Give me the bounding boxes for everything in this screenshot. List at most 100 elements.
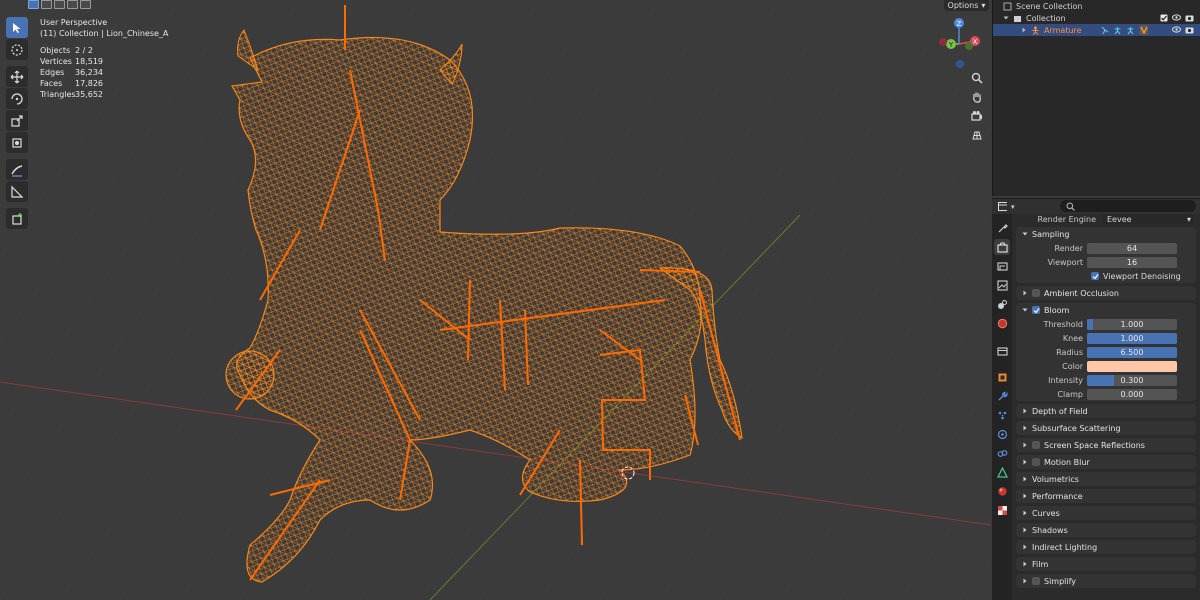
panel-title: Performance	[1032, 491, 1083, 501]
material-icon[interactable]	[994, 483, 1010, 499]
pose-icon	[1100, 26, 1109, 35]
panel-header[interactable]: Screen Space Reflections	[1016, 438, 1196, 452]
chevron-right-icon	[1022, 510, 1028, 516]
editor-type-icon[interactable]	[998, 202, 1007, 211]
eye-visibility-icon[interactable]	[1172, 13, 1181, 22]
panel-title: Depth of Field	[1032, 406, 1088, 416]
texture-icon[interactable]	[994, 502, 1010, 518]
stat-row: Vertices 18,519	[40, 57, 103, 66]
camera-render-icon[interactable]	[1185, 25, 1194, 34]
camera-render-icon[interactable]	[1185, 13, 1194, 22]
annotate-icon[interactable]	[6, 159, 28, 180]
modifier-wrench-icon[interactable]	[994, 388, 1010, 404]
select-extend-icon[interactable]	[41, 0, 52, 9]
bloom-color-swatch[interactable]	[1087, 360, 1177, 372]
ambient-occlusion-checkbox[interactable]	[1032, 289, 1040, 297]
panel-title: Film	[1032, 559, 1049, 569]
panel-title: Screen Space Reflections	[1044, 440, 1145, 450]
bloom-knee-field[interactable]: 1.000	[1087, 332, 1177, 344]
bloom-checkbox[interactable]	[1032, 306, 1040, 314]
rotate-icon[interactable]	[6, 88, 28, 109]
panel-header[interactable]: Performance	[1016, 489, 1196, 503]
3d-viewport[interactable]: User Perspective (11) Collection | Lion_…	[0, 0, 991, 600]
panel-header[interactable]: Subsurface Scattering	[1016, 421, 1196, 435]
panel-title: Simplify	[1044, 576, 1077, 586]
scene-properties-icon[interactable]	[994, 296, 1010, 312]
add-cube-icon[interactable]	[6, 208, 28, 229]
outliner-collection-row[interactable]: Collection	[993, 12, 1200, 24]
select-intersect-icon[interactable]	[80, 0, 91, 9]
view-layer-icon[interactable]	[994, 277, 1010, 293]
eye-visibility-icon[interactable]	[1172, 25, 1181, 34]
bloom-threshold-field[interactable]: 1.000	[1087, 318, 1177, 330]
zoom-icon[interactable]	[968, 69, 986, 87]
properties-search-input[interactable]	[1060, 200, 1196, 212]
collapsed-panel: Performance	[1016, 489, 1196, 503]
output-properties-icon[interactable]	[994, 258, 1010, 274]
panel-header[interactable]: Depth of Field	[1016, 404, 1196, 418]
panel-header[interactable]: Indirect Lighting	[1016, 540, 1196, 554]
panel-checkbox[interactable]	[1032, 458, 1040, 466]
render-samples-field[interactable]: 64	[1087, 242, 1177, 254]
viewport-samples-field[interactable]: 16	[1087, 256, 1177, 268]
select-invert-icon[interactable]	[67, 0, 78, 9]
bloom-intensity-field[interactable]: 0.300	[1087, 374, 1177, 386]
collapsed-panel: Screen Space Reflections	[1016, 438, 1196, 452]
gizmo-neg-z-icon[interactable]	[956, 60, 964, 68]
move-icon[interactable]	[6, 66, 28, 87]
select-subtract-icon[interactable]	[54, 0, 65, 9]
transform-icon[interactable]	[6, 132, 28, 153]
render-properties-body: Render Engine Eevee ▾ Sampling Render 64…	[1012, 214, 1200, 600]
outliner-scene-collection[interactable]: Scene Collection	[993, 0, 1200, 12]
panel-checkbox[interactable]	[1032, 577, 1040, 585]
collection-properties-icon[interactable]	[994, 343, 1010, 359]
select-new-icon[interactable]	[28, 0, 39, 9]
pan-hand-icon[interactable]	[968, 88, 986, 106]
panel-header[interactable]: Curves	[1016, 506, 1196, 520]
camera-view-icon[interactable]	[968, 107, 986, 125]
render-engine-select[interactable]: Eevee ▾	[1102, 214, 1194, 224]
physics-icon[interactable]	[994, 426, 1010, 442]
viewport-denoising-checkbox[interactable]	[1091, 272, 1099, 280]
chevron-down-icon[interactable]: ▾	[1011, 203, 1015, 211]
navigation-gizmo[interactable]: Z X Y	[933, 16, 987, 72]
exclude-checkbox-icon[interactable]	[1159, 13, 1168, 22]
sampling-panel: Sampling Render 64 Viewport 16 Viewport …	[1016, 227, 1196, 283]
cursor-icon[interactable]	[6, 39, 28, 60]
bloom-clamp-field[interactable]: 0.000	[1087, 388, 1177, 400]
chevron-down-icon	[1022, 231, 1028, 237]
object-data-icon[interactable]	[994, 464, 1010, 480]
measure-icon[interactable]	[6, 181, 28, 202]
panel-header[interactable]: Simplify	[1016, 574, 1196, 588]
collapsed-panels: Depth of Field Subsurface Scattering Scree…	[1012, 404, 1200, 588]
object-properties-icon[interactable]	[994, 369, 1010, 385]
particles-icon[interactable]	[994, 407, 1010, 423]
panel-title: Indirect Lighting	[1032, 542, 1098, 552]
sampling-panel-header[interactable]: Sampling	[1016, 227, 1196, 241]
panel-header[interactable]: Volumetrics	[1016, 472, 1196, 486]
panel-header[interactable]: Shadows	[1016, 523, 1196, 537]
chevron-right-icon[interactable]	[1021, 27, 1027, 33]
ortho-grid-icon[interactable]	[968, 126, 986, 144]
panel-checkbox[interactable]	[1032, 441, 1040, 449]
options-label: Options	[947, 1, 979, 10]
panel-header[interactable]: Motion Blur	[1016, 455, 1196, 469]
outliner-armature-row[interactable]: Armature	[993, 24, 1200, 36]
chevron-down-icon[interactable]	[1003, 15, 1009, 21]
render-properties-icon[interactable]	[994, 239, 1010, 255]
collapsed-panel: Curves	[1016, 506, 1196, 520]
chevron-down-icon	[1022, 307, 1028, 313]
constraints-icon[interactable]	[994, 445, 1010, 461]
scale-icon[interactable]	[6, 110, 28, 131]
world-properties-icon[interactable]	[994, 315, 1010, 331]
gizmo-neg-x-icon[interactable]	[939, 38, 947, 46]
tool-settings-icon[interactable]	[994, 220, 1010, 236]
armature-data-icon	[1113, 26, 1122, 35]
gizmo-neg-y-icon[interactable]	[965, 42, 973, 50]
ambient-occlusion-header[interactable]: Ambient Occlusion	[1016, 286, 1196, 300]
bloom-panel-header[interactable]: Bloom	[1016, 303, 1196, 317]
bloom-radius-field[interactable]: 6.500	[1087, 346, 1177, 358]
options-dropdown[interactable]: Options ▾	[944, 0, 989, 11]
panel-header[interactable]: Film	[1016, 557, 1196, 571]
select-box-icon[interactable]	[6, 17, 28, 38]
